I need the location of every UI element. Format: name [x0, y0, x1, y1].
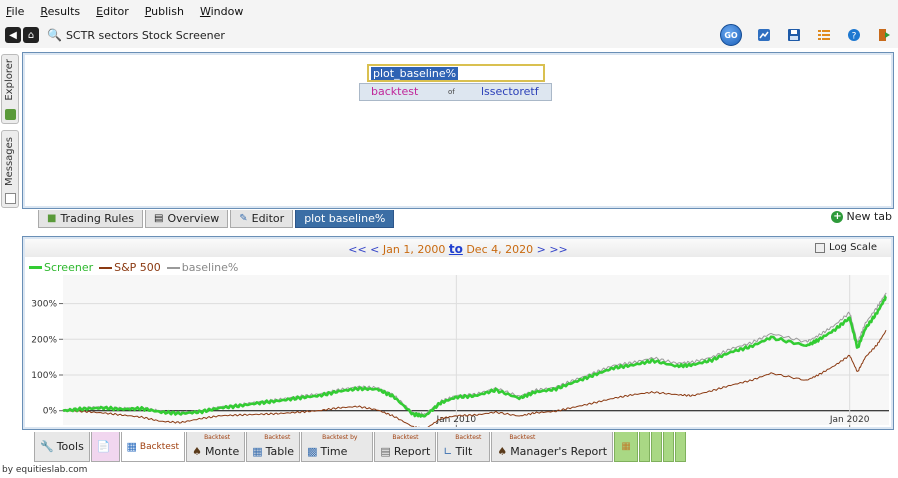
save-icon[interactable] [786, 27, 802, 43]
tab-backtest[interactable]: ▦ Backtest [120, 432, 186, 462]
plus-icon: + [831, 210, 844, 223]
chart-header: << < Jan 1, 2000 to Dec 4, 2020 > >> Log… [25, 239, 891, 257]
editor-tabs: ■ Trading Rules ▤ Overview ✎ Editor plot… [38, 210, 396, 228]
tab-trading-rules[interactable]: ■ Trading Rules [38, 210, 143, 228]
prev-range-button[interactable]: << < [348, 243, 379, 256]
menu-bar: File Results Editor Publish Window [0, 0, 898, 22]
legend-swatch-screener [29, 266, 42, 269]
report-icon: ▤ [380, 445, 391, 458]
list-icon[interactable] [816, 27, 832, 43]
tab-backtest-table[interactable]: Backtest ▦ Table [246, 432, 301, 462]
toolbar: ◀ ⌂ 🔍 SCTR sectors Stock Screener GO ? [0, 22, 898, 48]
overview-icon: ▤ [153, 213, 164, 224]
editor-icon: ✎ [239, 213, 248, 224]
rules-icon: ■ [47, 213, 57, 224]
legend-swatch-baseline [166, 266, 180, 269]
back-button[interactable]: ◀ [5, 27, 21, 43]
x-tick-label: Jan 2020 [829, 415, 870, 425]
legend-screener: Screener [29, 261, 93, 274]
manager-icon: ♠ [497, 445, 508, 458]
exit-icon[interactable] [876, 27, 892, 43]
log-scale-checkbox[interactable] [815, 242, 826, 253]
y-tick-label: 200% [31, 335, 57, 345]
next-range-button[interactable]: > >> [537, 243, 568, 256]
time-chart-icon: ▩ [307, 445, 318, 458]
credit-text: by equitieslab.com [2, 465, 88, 475]
editor-panel[interactable]: plot_baseline% backtest of lssectoretf [22, 52, 894, 209]
go-button[interactable]: GO [720, 24, 742, 46]
rule-input-value: plot_baseline% [371, 67, 459, 80]
menu-results[interactable]: Results [40, 5, 80, 18]
date-range: << < Jan 1, 2000 to Dec 4, 2020 > >> [25, 242, 891, 256]
y-tick-label: 0% [43, 407, 58, 417]
tilt-icon: ∟ [443, 445, 453, 458]
menu-publish[interactable]: Publish [145, 5, 184, 18]
chart-icon[interactable] [756, 27, 772, 43]
side-tabs: Explorer Messages [0, 50, 20, 210]
messages-side-tab[interactable]: Messages [1, 130, 19, 208]
rule-of-keyword: of [448, 88, 455, 96]
tab-backtest-managers-report[interactable]: Backtest ♠ Manager's Report [491, 432, 614, 462]
menu-editor[interactable]: Editor [96, 5, 129, 18]
sheet-icon: ▦ [621, 441, 631, 452]
explorer-side-tab[interactable]: Explorer [1, 54, 19, 124]
tab-tools[interactable]: 🔧 Tools [34, 432, 90, 462]
start-date[interactable]: Jan 1, 2000 [383, 243, 445, 256]
tab-backtest-report[interactable]: Backtest ▤ Report [374, 432, 437, 462]
document-icon: 📄 [96, 440, 111, 453]
chart-legend: Screener S&P 500 baseline% [29, 261, 244, 274]
log-scale-toggle[interactable]: Log Scale [815, 242, 877, 253]
bottom-tabs: 🔧 Tools 📄 ▦ Backtest Backtest ♠ Monte Ba… [34, 432, 687, 462]
to-link[interactable]: to [449, 242, 463, 256]
y-tick-label: 100% [31, 371, 57, 381]
rule-backtest-keyword[interactable]: backtest [371, 85, 418, 98]
toolbar-actions: GO ? [720, 24, 892, 46]
svg-text:?: ? [852, 32, 857, 42]
extra-tab-4[interactable] [663, 432, 675, 462]
explorer-icon [5, 109, 16, 120]
x-tick-label: Jan 2010 [436, 415, 477, 425]
menu-window[interactable]: Window [200, 5, 243, 18]
extra-tab-5[interactable] [675, 432, 687, 462]
new-tab-button[interactable]: + New tab [831, 210, 892, 223]
chart-panel: << < Jan 1, 2000 to Dec 4, 2020 > >> Log… [22, 236, 894, 430]
home-button[interactable]: ⌂ [23, 27, 39, 43]
extra-tab-1[interactable]: ▦ [614, 432, 639, 462]
app-title: SCTR sectors Stock Screener [65, 28, 225, 42]
tab-backtest-by-time[interactable]: Backtest by ▩ Time [301, 432, 374, 462]
rule-block[interactable]: backtest of lssectoretf [359, 83, 552, 101]
binoculars-icon: 🔍 [47, 28, 62, 42]
legend-swatch-sp500 [99, 266, 113, 269]
help-icon[interactable]: ? [846, 27, 862, 43]
wrench-icon: 🔧 [40, 440, 54, 453]
table-icon: ▦ [252, 445, 263, 458]
legend-baseline: baseline% [166, 261, 238, 274]
performance-chart[interactable]: 300% 200% 100% 0% Jan 2010 Jan 2020 [25, 275, 891, 427]
menu-file[interactable]: File [6, 5, 24, 18]
tab-overview[interactable]: ▤ Overview [144, 210, 229, 228]
tab-document[interactable]: 📄 [90, 432, 120, 462]
person-icon: ♠ [192, 445, 202, 458]
legend-sp500: S&P 500 [99, 261, 161, 274]
tab-backtest-tilt[interactable]: Backtest ∟ Tilt [437, 432, 491, 462]
extra-tab-3[interactable] [651, 432, 663, 462]
rule-input[interactable]: plot_baseline% [367, 64, 545, 82]
plot-area [63, 275, 889, 425]
tab-plot-baseline[interactable]: plot baseline% [295, 210, 395, 228]
y-tick-label: 300% [31, 300, 57, 310]
backtest-icon: ▦ [126, 440, 137, 453]
extra-tab-2[interactable] [639, 432, 651, 462]
rule-target[interactable]: lssectoretf [481, 85, 539, 98]
extra-tabs: ▦ [614, 432, 687, 462]
tab-backtest-monte[interactable]: Backtest ♠ Monte [186, 432, 246, 462]
messages-icon [5, 193, 16, 204]
tab-editor[interactable]: ✎ Editor [230, 210, 294, 228]
end-date[interactable]: Dec 4, 2020 [466, 243, 533, 256]
